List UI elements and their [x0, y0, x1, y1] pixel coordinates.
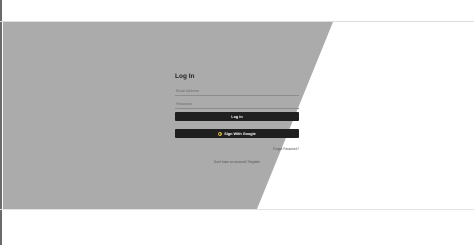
page: Log In Log In Sign With Google Forgot Pa… — [0, 0, 474, 245]
register-prompt: Don't have an account? — [213, 160, 248, 164]
register-link[interactable]: Register — [248, 160, 260, 164]
login-button-label: Log In — [231, 114, 243, 119]
login-form: Log In Log In Sign With Google Forgot Pa… — [175, 73, 299, 164]
login-button[interactable]: Log In — [175, 112, 299, 121]
google-signin-button[interactable]: Sign With Google — [175, 129, 299, 138]
footer-divider — [0, 209, 474, 210]
google-icon — [218, 131, 223, 136]
email-field[interactable] — [175, 86, 299, 96]
password-field[interactable] — [175, 99, 299, 109]
google-button-label: Sign With Google — [224, 131, 256, 136]
login-title: Log In — [175, 73, 195, 80]
register-line: Don't have an account? Register — [175, 160, 299, 164]
forgot-password-link[interactable]: Forgot Password? — [175, 147, 299, 151]
